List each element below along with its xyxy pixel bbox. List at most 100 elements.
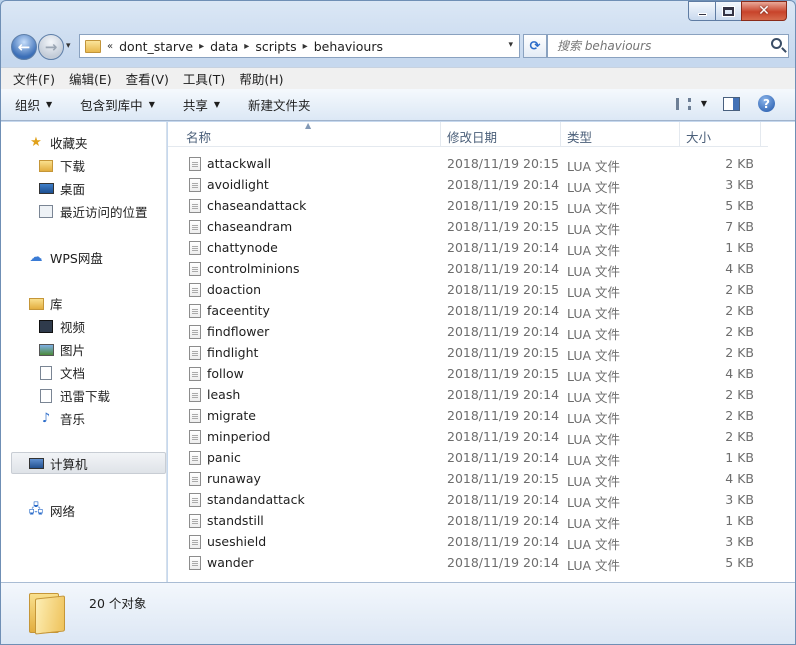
table-row[interactable]: chaseandram 2018/11/19 20:15 LUA 文件 7 KB [186,217,766,238]
new-folder-button[interactable]: 新建文件夹 [248,95,311,114]
breadcrumb-data[interactable]: data [210,39,238,54]
file-name: chattynode [207,240,278,255]
column-divider[interactable] [560,122,561,147]
view-options-caret-icon[interactable]: ▼ [701,99,707,108]
sidebar-item-favorites[interactable]: ★ 收藏夹 [28,133,87,152]
file-date: 2018/11/19 20:14 [447,450,560,465]
sidebar-item-pictures[interactable]: 图片 [38,340,85,359]
file-type: LUA 文件 [567,390,621,405]
column-header-size[interactable]: 大小 [686,127,711,146]
column-header-date[interactable]: 修改日期 [447,127,497,146]
preview-pane-icon[interactable] [723,96,740,111]
back-button[interactable]: ← [11,34,37,60]
breadcrumb-separator-icon[interactable]: ▸ [303,41,308,52]
search-icon[interactable] [771,38,782,49]
file-size: 3 KB [725,534,754,549]
table-row[interactable]: avoidlight 2018/11/19 20:14 LUA 文件 3 KB [186,175,766,196]
share-button[interactable]: 共享 ▼ [183,95,220,114]
command-bar: 组织 ▼ 包含到库中 ▼ 共享 ▼ 新建文件夹 ▼ ? [1,89,795,121]
sidebar-item-libraries[interactable]: 库 [28,294,63,313]
column-divider[interactable] [679,122,680,147]
close-button[interactable]: ✕ [741,1,787,21]
file-name: wander [207,555,254,570]
table-row[interactable]: chattynode 2018/11/19 20:14 LUA 文件 1 KB [186,238,766,259]
table-row[interactable]: standstill 2018/11/19 20:14 LUA 文件 1 KB [186,511,766,532]
file-type: LUA 文件 [567,285,621,300]
refresh-button[interactable]: ⟳ [523,34,547,58]
include-in-library-button[interactable]: 包含到库中 ▼ [80,95,155,114]
table-row[interactable]: leash 2018/11/19 20:14 LUA 文件 2 KB [186,385,766,406]
forward-button[interactable]: → [38,34,64,60]
sidebar-item-videos[interactable]: 视频 [38,317,85,336]
menu-tools[interactable]: 工具(T) [183,69,225,88]
table-row[interactable]: findlight 2018/11/19 20:15 LUA 文件 2 KB [186,343,766,364]
sidebar-item-label: 最近访问的位置 [60,205,148,220]
breadcrumb-overflow[interactable]: « [107,41,113,52]
table-row[interactable]: wander 2018/11/19 20:14 LUA 文件 5 KB [186,553,766,574]
file-type: LUA 文件 [567,495,621,510]
column-header-type[interactable]: 类型 [567,127,592,146]
table-row[interactable]: chaseandattack 2018/11/19 20:15 LUA 文件 5 KB [186,196,766,217]
sidebar-item-music[interactable]: ♪ 音乐 [38,409,85,428]
explorer-window: ✕ ← → ▾ « dont_starve ▸ data ▸ scripts ▸… [0,0,796,645]
table-row[interactable]: useshield 2018/11/19 20:14 LUA 文件 3 KB [186,532,766,553]
thunder-download-icon [38,388,54,404]
breadcrumb-scripts[interactable]: scripts [255,39,296,54]
table-row[interactable]: runaway 2018/11/19 20:15 LUA 文件 4 KB [186,469,766,490]
file-name: panic [207,450,241,465]
dropdown-caret-icon: ▼ [46,100,53,109]
breadcrumb-behaviours[interactable]: behaviours [314,39,383,54]
help-icon[interactable]: ? [758,95,775,112]
sidebar-item-thunder-downloads[interactable]: 迅雷下载 [38,386,110,405]
sidebar-item-desktop[interactable]: 桌面 [38,179,85,198]
table-row[interactable]: follow 2018/11/19 20:15 LUA 文件 4 KB [186,364,766,385]
organize-button[interactable]: 组织 ▼ [15,95,52,114]
table-row[interactable]: migrate 2018/11/19 20:14 LUA 文件 2 KB [186,406,766,427]
menu-file[interactable]: 文件(F) [13,69,55,88]
table-row[interactable]: minperiod 2018/11/19 20:14 LUA 文件 2 KB [186,427,766,448]
table-row[interactable]: standandattack 2018/11/19 20:14 LUA 文件 3 KB [186,490,766,511]
column-divider[interactable] [760,122,761,147]
file-date: 2018/11/19 20:15 [447,198,560,213]
breadcrumb-dont-starve[interactable]: dont_starve [119,39,193,54]
file-size: 2 KB [725,324,754,339]
table-row[interactable]: panic 2018/11/19 20:14 LUA 文件 1 KB [186,448,766,469]
item-count: 20 个对象 [89,596,147,611]
column-divider[interactable] [440,122,441,147]
file-date: 2018/11/19 20:15 [447,366,560,381]
sidebar-item-downloads[interactable]: 下载 [38,156,85,175]
address-dropdown-icon[interactable]: ▾ [508,40,513,50]
column-header-name[interactable]: 名称 [186,127,211,146]
sidebar-item-computer[interactable]: 计算机 [11,452,166,474]
search-box[interactable] [547,34,789,58]
menu-view[interactable]: 查看(V) [126,69,169,88]
file-name: faceentity [207,303,270,318]
organize-label: 组织 [15,98,41,113]
breadcrumb-separator-icon[interactable]: ▸ [244,41,249,52]
breadcrumb-separator-icon[interactable]: ▸ [199,41,204,52]
file-date: 2018/11/19 20:14 [447,534,560,549]
table-row[interactable]: findflower 2018/11/19 20:14 LUA 文件 2 KB [186,322,766,343]
lua-file-icon [189,556,201,570]
lua-file-icon [189,493,201,507]
sidebar-item-wps-cloud[interactable]: ☁ WPS网盘 [28,248,103,267]
table-row[interactable]: doaction 2018/11/19 20:15 LUA 文件 2 KB [186,280,766,301]
table-row[interactable]: controlminions 2018/11/19 20:14 LUA 文件 4 KB [186,259,766,280]
change-view-icon[interactable] [675,97,691,110]
file-name: standandattack [207,492,305,507]
recent-pages-dropdown[interactable]: ▾ [66,41,71,51]
search-input[interactable] [557,39,762,53]
sidebar-item-recent-places[interactable]: 最近访问的位置 [38,202,148,221]
sidebar-item-label: 音乐 [60,412,86,427]
table-row[interactable]: faceentity 2018/11/19 20:14 LUA 文件 2 KB [186,301,766,322]
address-bar[interactable]: « dont_starve ▸ data ▸ scripts ▸ behavio… [79,34,520,58]
file-type: LUA 文件 [567,558,621,573]
menu-edit[interactable]: 编辑(E) [69,69,112,88]
file-date: 2018/11/19 20:15 [447,471,560,486]
menu-help[interactable]: 帮助(H) [239,69,283,88]
table-row[interactable]: attackwall 2018/11/19 20:15 LUA 文件 2 KB [186,154,766,175]
minimize-button[interactable] [688,1,715,21]
sidebar-item-documents[interactable]: 文档 [38,363,85,382]
sidebar-item-network[interactable]: 🖧 网络 [28,501,75,520]
maximize-button[interactable] [715,1,741,21]
